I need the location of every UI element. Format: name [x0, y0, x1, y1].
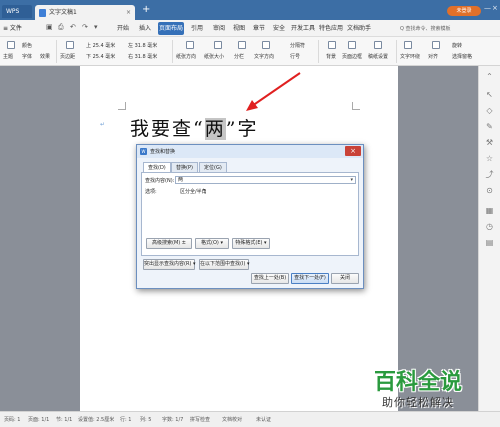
status-page-number: 页码: 1	[4, 417, 21, 423]
find-replace-dialog: W 查找和替换 × 查找(D) 替换(P) 定位(G) 查找内容(N): 两 ▾…	[136, 144, 364, 289]
find-next-button[interactable]: 查找下一处(F)	[291, 273, 329, 284]
special-format-button[interactable]: 特殊格式(E) ▾	[232, 238, 270, 249]
status-section: 节: 1/1	[56, 417, 73, 423]
tools-icon[interactable]: ⚒	[485, 138, 494, 147]
print-preview-icon[interactable]: ▤	[485, 238, 494, 247]
status-pages: 页面: 1/1	[28, 417, 50, 423]
history-icon[interactable]: ◷	[485, 222, 494, 231]
status-position: 设置值: 2.5厘米	[78, 417, 115, 423]
dialog-close-icon[interactable]: ×	[345, 146, 361, 156]
find-what-input[interactable]: 两 ▾	[175, 176, 356, 184]
watermark-title: 百科全说	[374, 370, 463, 395]
spell-check-toggle[interactable]: 拼写检查	[190, 416, 210, 423]
close-button[interactable]: 关闭	[331, 273, 359, 284]
collapse-icon[interactable]: ⌃	[485, 72, 494, 81]
dialog-title-bar[interactable]: W 查找和替换 ×	[137, 145, 363, 158]
format-button[interactable]: 格式(O) ▾	[195, 238, 229, 249]
tab-goto[interactable]: 定位(G)	[199, 162, 227, 172]
find-previous-button[interactable]: 查找上一处(B)	[251, 273, 289, 284]
chevron-down-icon[interactable]: ▾	[350, 177, 353, 184]
select-icon[interactable]: ↖	[485, 90, 494, 99]
status-row: 行: 1	[120, 417, 132, 423]
watermark-subtitle: 助你轻松解决	[382, 396, 454, 409]
share-icon[interactable]: ⤴	[485, 170, 494, 179]
tab-replace[interactable]: 替换(P)	[171, 162, 198, 172]
dialog-title: 查找和替换	[150, 149, 176, 155]
backup-icon[interactable]: ⊙	[485, 186, 494, 195]
options-label: 选项:	[145, 189, 157, 195]
find-what-value: 两	[178, 177, 184, 183]
find-panel: 查找内容(N): 两 ▾ 选项: 区分全/半角 高级搜索(M) ± 格式(O) …	[141, 172, 359, 256]
right-sidebar: ⌃ ↖ ◇ ✎ ⚒ ☆ ⤴ ⊙ ▦ ◷ ▤	[478, 66, 500, 411]
options-value: 区分全/半角	[180, 189, 207, 195]
find-in-button[interactable]: 在以下范围中查找(I) ▾	[199, 259, 249, 270]
status-column: 列: 5	[140, 417, 152, 423]
favorite-icon[interactable]: ☆	[485, 154, 494, 163]
find-what-label: 查找内容(N):	[145, 178, 175, 184]
wps-writer-icon: W	[140, 148, 147, 155]
table-icon[interactable]: ▦	[485, 206, 494, 215]
style-icon[interactable]: ✎	[485, 122, 494, 131]
advanced-search-button[interactable]: 高级搜索(M) ±	[146, 238, 192, 249]
doc-proofread-button[interactable]: 文档校对	[222, 416, 242, 423]
shape-icon[interactable]: ◇	[485, 106, 494, 115]
highlight-results-button[interactable]: 突出显示查找内容(R) ▾	[143, 259, 195, 270]
watermark-logo: 百科全说 助你轻松解决	[374, 364, 496, 414]
status-word-count[interactable]: 字数: 1/7	[162, 416, 183, 423]
certification-status[interactable]: 未认证	[256, 416, 271, 423]
